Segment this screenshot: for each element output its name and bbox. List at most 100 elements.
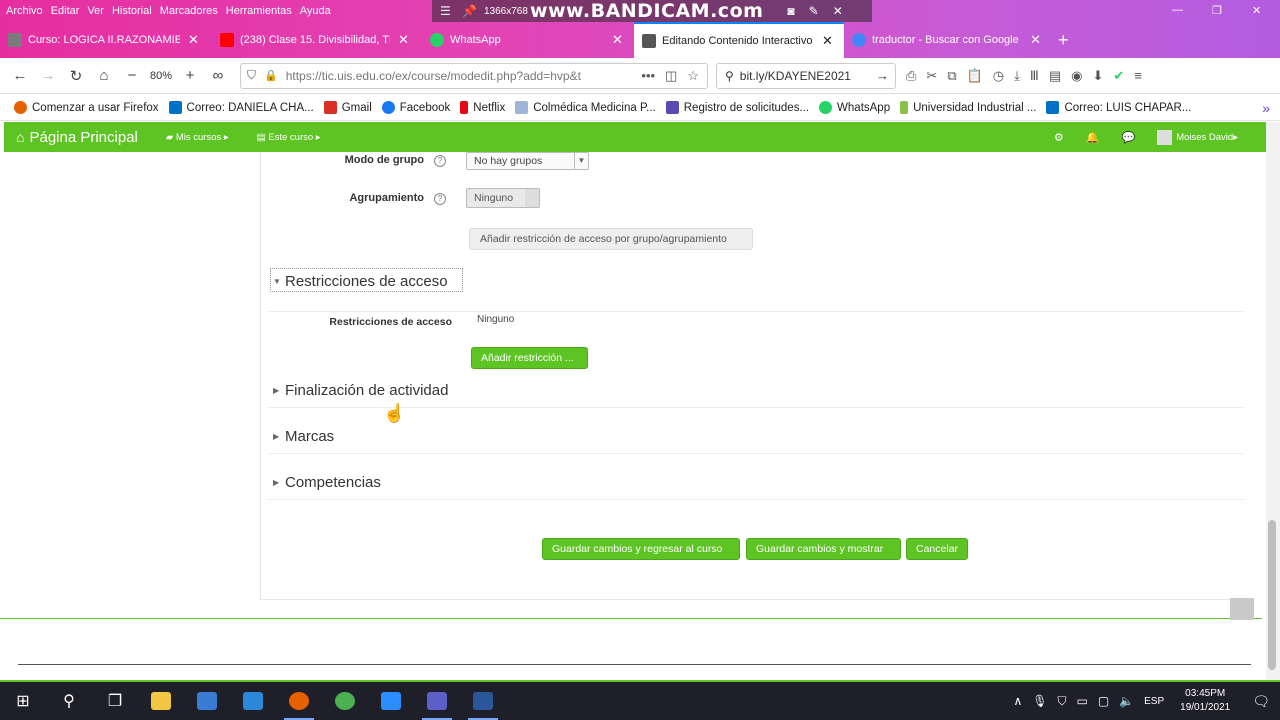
menu-editar[interactable]: Editar bbox=[51, 5, 80, 17]
scrollbar-thumb[interactable] bbox=[1268, 520, 1276, 670]
bookmark-star-icon[interactable]: ☆ bbox=[687, 68, 699, 84]
tab-youtube[interactable]: (238) Clase 15. Divisibilidad, TE ✕ bbox=[212, 22, 422, 58]
bookmark-item[interactable]: Registro de solicitudes... bbox=[665, 101, 809, 114]
competencies-section[interactable]: ▶ Competencias bbox=[268, 456, 1244, 500]
forward-arrow-icon[interactable]: → bbox=[34, 67, 62, 84]
task-view-icon[interactable]: ❐ bbox=[92, 682, 138, 720]
cancel-button[interactable]: Cancelar bbox=[906, 538, 968, 560]
chrome-icon[interactable] bbox=[322, 682, 368, 720]
library-icon[interactable]: Ⅲ bbox=[1030, 68, 1039, 84]
close-tab-icon[interactable]: ✕ bbox=[822, 33, 833, 49]
shield-icon[interactable]: ⛉ bbox=[247, 68, 256, 83]
windows-start-icon[interactable]: ⊞ bbox=[0, 682, 46, 720]
close-window-icon[interactable]: ✕ bbox=[1252, 4, 1261, 17]
section-title[interactable]: Restricciones de acceso bbox=[285, 273, 448, 290]
menu-ver[interactable]: Ver bbox=[87, 5, 104, 17]
bookmark-item[interactable]: Netflix bbox=[460, 101, 505, 114]
save-download-icon[interactable]: ⬇ bbox=[1093, 68, 1104, 84]
minimize-window-icon[interactable]: — bbox=[1172, 4, 1183, 16]
file-explorer-icon[interactable] bbox=[138, 682, 184, 720]
recorder-pin-icon[interactable]: 📌 bbox=[462, 4, 477, 18]
extension-infinity-icon[interactable]: ∞ bbox=[204, 67, 232, 84]
bookmark-item[interactable]: Colmédica Medicina P... bbox=[515, 101, 656, 114]
pocket-icon[interactable]: ◫ bbox=[665, 68, 677, 84]
help-icon[interactable]: ? bbox=[434, 155, 446, 167]
url-text[interactable]: https://tic.uis.edu.co/ex/course/modedit… bbox=[286, 69, 616, 83]
group-mode-select[interactable]: No hay grupos ▼ bbox=[466, 152, 589, 170]
close-tab-icon[interactable]: ✕ bbox=[398, 32, 409, 48]
menu-ayuda[interactable]: Ayuda bbox=[300, 5, 331, 17]
add-group-restriction-button[interactable]: Añadir restricción de acceso por grupo/a… bbox=[469, 228, 753, 250]
sidebar-icon[interactable]: ▤ bbox=[1049, 68, 1061, 84]
lock-icon[interactable]: 🔒 bbox=[264, 69, 278, 82]
help-icon[interactable]: ? bbox=[434, 193, 446, 205]
recorder-menu-icon[interactable]: ☰ bbox=[440, 4, 451, 18]
user-menu[interactable]: Moises David ▸ bbox=[1157, 129, 1238, 145]
firefox-taskbar-icon[interactable] bbox=[276, 682, 322, 720]
close-recorder-icon[interactable]: ✕ bbox=[833, 4, 843, 18]
grouping-select[interactable]: Ninguno bbox=[466, 188, 540, 208]
section-title[interactable]: Marcas bbox=[285, 428, 334, 445]
url-bar[interactable]: ⛉ 🔒 https://tic.uis.edu.co/ex/course/mod… bbox=[240, 62, 708, 89]
caret-right-icon[interactable]: ▶ bbox=[273, 432, 279, 441]
microphone-icon[interactable]: 🎙 bbox=[1032, 694, 1047, 708]
zoom-app-icon[interactable] bbox=[368, 682, 414, 720]
store-icon[interactable] bbox=[184, 682, 230, 720]
paste-icon[interactable]: 📋 bbox=[967, 68, 983, 84]
cut-icon[interactable]: ✂ bbox=[926, 68, 937, 84]
zoom-out-icon[interactable]: − bbox=[118, 67, 146, 84]
camera-icon[interactable]: ◙ bbox=[787, 4, 794, 18]
save-display-button[interactable]: Guardar cambios y mostrar bbox=[746, 538, 901, 560]
chat-icon[interactable]: 💬 bbox=[1121, 131, 1135, 144]
notifications-icon[interactable]: 🗨 bbox=[1252, 693, 1270, 710]
close-tab-icon[interactable]: ✕ bbox=[188, 32, 199, 48]
menu-herramientas[interactable]: Herramientas bbox=[226, 5, 292, 17]
menu-historial[interactable]: Historial bbox=[112, 5, 152, 17]
security-icon[interactable]: ⛉ bbox=[1057, 694, 1066, 709]
language-indicator[interactable]: ESP bbox=[1144, 696, 1164, 707]
bookmark-item[interactable]: Correo: DANIELA CHA... bbox=[168, 101, 314, 114]
new-tab-plus-icon[interactable]: + bbox=[1058, 30, 1069, 51]
page-actions-icon[interactable]: ••• bbox=[641, 68, 655, 84]
bell-icon[interactable]: 🔔 bbox=[1086, 131, 1100, 144]
network-icon[interactable]: ▢ bbox=[1098, 694, 1109, 708]
gear-icon[interactable]: ⚙ bbox=[1054, 131, 1064, 144]
word-icon[interactable] bbox=[460, 682, 506, 720]
bookmark-item[interactable]: Universidad Industrial ... bbox=[900, 101, 1036, 114]
my-courses-menu[interactable]: ▰ Mis cursos ▸ bbox=[166, 132, 229, 143]
clock[interactable]: 03:45PM 19/01/2021 bbox=[1180, 687, 1230, 715]
copy-icon[interactable]: ⧉ bbox=[947, 68, 956, 84]
search-bar[interactable]: ⚲ bit.ly/KDAYENE2021 → bbox=[716, 62, 896, 89]
menu-marcadores[interactable]: Marcadores bbox=[160, 5, 218, 17]
bookmark-item[interactable]: Comenzar a usar Firefox bbox=[14, 101, 159, 114]
app-menu-icon[interactable]: ≡ bbox=[1134, 68, 1142, 84]
mail-icon[interactable] bbox=[230, 682, 276, 720]
back-to-top-button[interactable] bbox=[1230, 598, 1254, 620]
more-bookmarks-chevron-icon[interactable]: » bbox=[1262, 100, 1270, 116]
reload-icon[interactable]: ↻ bbox=[62, 67, 90, 85]
account-icon[interactable]: ◉ bbox=[1071, 68, 1082, 84]
print-icon[interactable]: ⎙ bbox=[906, 68, 916, 84]
home-icon[interactable]: ⌂ bbox=[90, 67, 118, 84]
search-text[interactable]: bit.ly/KDAYENE2021 bbox=[740, 69, 851, 83]
volume-icon[interactable]: 🔈 bbox=[1119, 694, 1134, 708]
caret-right-icon[interactable]: ▶ bbox=[273, 386, 279, 395]
bookmark-item[interactable]: Correo: LUIS CHAPAR... bbox=[1046, 101, 1191, 114]
search-icon[interactable]: ⚲ bbox=[46, 682, 92, 720]
zoom-in-icon[interactable]: + bbox=[176, 67, 204, 84]
this-course-menu[interactable]: ▤ Este curso ▸ bbox=[257, 132, 321, 143]
caret-right-icon[interactable]: ▶ bbox=[273, 478, 279, 487]
caret-down-icon[interactable]: ▼ bbox=[273, 277, 281, 286]
show-hidden-icons-chevron-icon[interactable]: ∧ bbox=[1013, 694, 1022, 708]
pencil-icon[interactable]: ✎ bbox=[809, 4, 819, 18]
section-title[interactable]: Competencias bbox=[285, 474, 381, 491]
tab-whatsapp[interactable]: WhatsApp ✕ bbox=[422, 22, 634, 58]
tab-curso[interactable]: Curso: LOGICA II.RAZONAMIE ✕ bbox=[0, 22, 212, 58]
home-link[interactable]: ⌂ Página Principal bbox=[16, 129, 138, 146]
zoom-level[interactable]: 80% bbox=[146, 70, 176, 82]
bookmark-item[interactable]: Facebook bbox=[381, 101, 450, 114]
close-tab-icon[interactable]: ✕ bbox=[1030, 32, 1041, 48]
back-arrow-icon[interactable]: ← bbox=[6, 67, 34, 84]
tab-editando[interactable]: Editando Contenido Interactivo ✕ bbox=[634, 22, 844, 58]
battery-icon[interactable]: ▭ bbox=[1077, 694, 1088, 708]
